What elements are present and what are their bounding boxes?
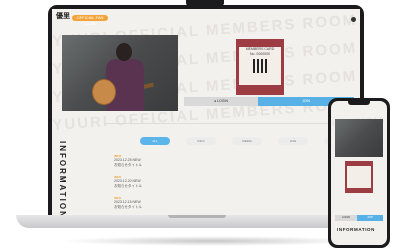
device-mockup-stage: YUURI OFFICIAL MEMBERS ROOM YUURI OFFICI… [0, 0, 393, 250]
phone-login-button[interactable]: LOGIN [335, 215, 357, 221]
info-filter-bar: ALL INFO MEDIA LIVE GOODS [140, 137, 356, 146]
site-logo[interactable]: 優里 [56, 13, 70, 31]
laptop-camera-notch [186, 0, 224, 6]
filter-chip-info[interactable]: INFO [186, 137, 216, 145]
membership-card-face: MEMBERS CARD No. 0000000 [239, 47, 281, 85]
artist-head [116, 43, 132, 61]
fanclub-badge[interactable]: OFFICIAL FAN CLUB [72, 15, 108, 26]
phone-join-button[interactable]: JOIN [357, 215, 383, 221]
filter-chip-media[interactable]: MEDIA [232, 137, 262, 145]
news-item[interactable]: INFO 2023.12.25 NEW お知らせタイトル [114, 154, 234, 168]
news-title: お知らせタイトル [114, 184, 142, 188]
section-divider [104, 123, 356, 124]
qr-code-icon [253, 59, 267, 73]
laptop-base-slot [168, 215, 226, 218]
phone-screen: YUURI OFFICIAL MEMBERS ROOM YUURI OFFICI… [331, 101, 387, 245]
phone-information-heading: INFORMATION [337, 227, 376, 232]
phone-membership-card-face [347, 166, 371, 188]
information-heading: INFORMATION [58, 141, 67, 216]
news-title: お知らせタイトル [114, 163, 142, 167]
membership-card: MEMBERS CARD No. 0000000 [236, 39, 284, 95]
news-item[interactable]: INFO 2023.12.15 NEW お知らせタイトル [114, 196, 234, 210]
card-line-2: No. 0000000 [249, 52, 271, 56]
news-title: お知らせタイトル [114, 205, 142, 209]
phone-notch [348, 101, 370, 105]
filter-chip-live[interactable]: LIVE [278, 137, 308, 145]
menu-icon[interactable] [351, 17, 356, 22]
phone-artist-photo [335, 119, 383, 157]
phone-membership-card [345, 161, 373, 193]
fanclub-badge-label: OFFICIAL FAN CLUB [76, 15, 104, 26]
guitar-icon [92, 79, 116, 105]
laptop-screen: YUURI OFFICIAL MEMBERS ROOM YUURI OFFICI… [52, 9, 360, 216]
artist-photo [62, 35, 178, 111]
filter-chip-all[interactable]: ALL [140, 137, 170, 145]
news-item[interactable]: INFO 2023.12.20 NEW お知らせタイトル [114, 175, 234, 189]
login-button[interactable]: ● LOGIN [184, 97, 258, 106]
ground-shadow [60, 236, 360, 246]
